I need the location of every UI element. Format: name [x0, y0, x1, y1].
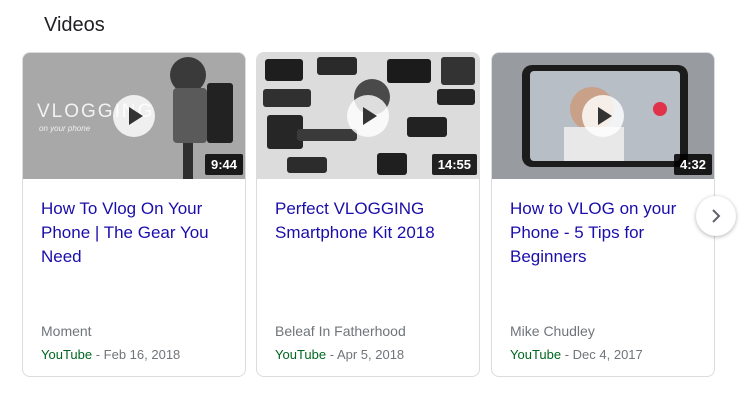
meta-separator: -: [326, 347, 337, 362]
video-source: YouTube: [275, 347, 327, 362]
video-meta: YouTube - Apr 5, 2018: [275, 347, 404, 362]
play-icon[interactable]: [582, 95, 624, 137]
thumb-subtext: on your phone: [39, 124, 91, 133]
video-duration: 4:32: [673, 154, 712, 175]
video-date: Apr 5, 2018: [336, 347, 405, 362]
video-carousel: VLOGGING on your phone 9:44 How To Vlog …: [22, 52, 749, 380]
video-channel: Beleaf In Fatherhood: [275, 323, 406, 339]
video-card[interactable]: VLOGGING on your phone 9:44 How To Vlog …: [22, 52, 246, 377]
play-icon[interactable]: [113, 95, 155, 137]
video-source: YouTube: [510, 347, 562, 362]
video-duration: 14:55: [431, 154, 477, 175]
meta-separator: -: [561, 347, 573, 362]
video-source: YouTube: [41, 347, 93, 362]
meta-separator: -: [92, 347, 104, 362]
video-duration: 9:44: [204, 154, 243, 175]
video-thumbnail[interactable]: VLOGGING on your phone 9:44: [23, 53, 245, 179]
video-date: Feb 16, 2018: [103, 347, 181, 362]
video-title-link[interactable]: How to VLOG on your Phone - 5 Tips for B…: [510, 197, 700, 269]
video-channel: Mike Chudley: [510, 323, 595, 339]
video-title-link[interactable]: Perfect VLOGGING Smartphone Kit 2018: [275, 197, 465, 245]
video-date: Dec 4, 2017: [572, 347, 643, 362]
video-thumbnail[interactable]: 14:55: [257, 53, 479, 179]
video-title-link[interactable]: How To Vlog On Your Phone | The Gear You…: [41, 197, 231, 269]
video-card[interactable]: 14:55 Perfect VLOGGING Smartphone Kit 20…: [256, 52, 480, 377]
video-meta: YouTube - Feb 16, 2018: [41, 347, 180, 362]
play-icon[interactable]: [347, 95, 389, 137]
video-meta: YouTube - Dec 4, 2017: [510, 347, 643, 362]
video-card[interactable]: 4:32 How to VLOG on your Phone - 5 Tips …: [491, 52, 715, 377]
section-title: Videos: [44, 14, 105, 36]
video-thumbnail[interactable]: 4:32: [492, 53, 714, 179]
carousel-next-button[interactable]: [696, 196, 736, 236]
video-channel: Moment: [41, 323, 92, 339]
chevron-right-icon: [712, 209, 721, 223]
